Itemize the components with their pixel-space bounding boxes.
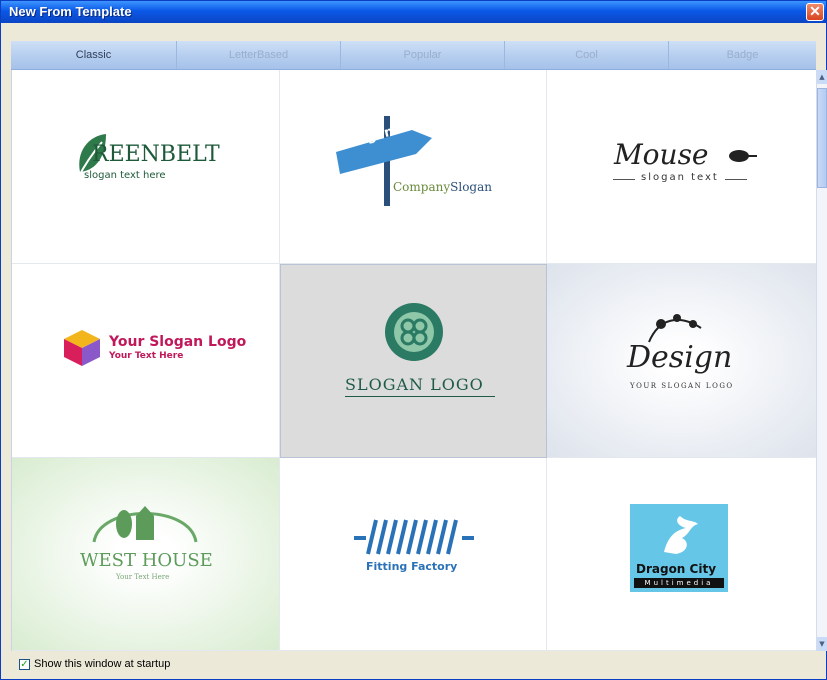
westhouse-title: WEST HOUSE xyxy=(80,550,213,571)
template-your-slogan-logo[interactable]: Your Slogan Logo Your Text Here xyxy=(12,264,280,458)
close-button[interactable]: ✕ xyxy=(806,3,824,21)
template-west-house[interactable]: WEST HOUSE Your Text Here xyxy=(12,458,280,651)
tab-badge[interactable]: Badge xyxy=(669,41,816,69)
scroll-down-button[interactable]: ▼ xyxy=(817,637,827,651)
tab-popular[interactable]: Popular xyxy=(341,41,505,69)
template-design[interactable]: Design YOUR SLOGAN LOGO xyxy=(547,264,817,458)
title-bar: New From Template ✕ xyxy=(1,1,826,23)
new-from-template-window: New From Template ✕ Classic LetterBased … xyxy=(0,0,827,680)
coil-icon xyxy=(354,519,474,555)
startup-label[interactable]: Show this window at startup xyxy=(34,658,170,670)
company-slogan: CompanySlogan xyxy=(393,180,492,194)
house-icon xyxy=(92,506,198,543)
cube-icon xyxy=(64,330,100,366)
template-slogan-logo[interactable]: SLOGAN LOGO xyxy=(280,264,547,458)
tab-cool[interactable]: Cool xyxy=(505,41,669,69)
mouse-icon xyxy=(729,150,757,162)
fitting-title: Fitting Factory xyxy=(366,560,458,573)
tab-classic[interactable]: Classic xyxy=(11,41,177,69)
dragon-badge: Dragon City Multimedia xyxy=(630,504,728,592)
ysl-title: Your Slogan Logo xyxy=(109,334,247,350)
template-dragon-city[interactable]: Dragon City Multimedia xyxy=(547,458,817,651)
template-slogan-sign[interactable]: Slogan CompanySlogan xyxy=(280,70,547,264)
template-fitting-factory[interactable]: Fitting Factory xyxy=(280,458,547,651)
divider xyxy=(725,179,747,180)
dragon-title: Dragon City xyxy=(636,562,717,576)
scroll-down-icon: ▼ xyxy=(819,640,825,648)
dragon-subtitle: Multimedia xyxy=(634,578,724,588)
tab-letterbased[interactable]: LetterBased xyxy=(177,41,341,69)
mouse-slogan: slogan text xyxy=(641,172,719,183)
vertical-scrollbar[interactable]: ▲ ▼ xyxy=(816,70,827,651)
flower-badge-icon xyxy=(385,303,443,361)
template-greenbelt[interactable]: REENBELT slogan text here xyxy=(12,70,280,264)
dragon-icon xyxy=(664,516,698,554)
footer: ✓ Show this window at startup xyxy=(1,651,826,679)
greenbelt-title: REENBELT xyxy=(92,142,220,167)
template-grid: REENBELT slogan text here Slogan Company… xyxy=(11,70,817,651)
mouse-title: Mouse xyxy=(614,138,709,171)
underline xyxy=(345,396,495,397)
template-mouse[interactable]: Mouse slogan text xyxy=(547,70,817,264)
scroll-thumb[interactable] xyxy=(817,88,827,188)
startup-checkbox[interactable]: ✓ xyxy=(19,659,30,670)
greenbelt-slogan: slogan text here xyxy=(84,170,166,181)
window-title: New From Template xyxy=(9,4,132,19)
slogan-logo-title: SLOGAN LOGO xyxy=(345,375,484,394)
scroll-up-button[interactable]: ▲ xyxy=(817,70,827,84)
close-icon: ✕ xyxy=(809,3,821,19)
design-subtitle: YOUR SLOGAN LOGO xyxy=(630,382,734,390)
ysl-subtitle: Your Text Here xyxy=(109,351,184,361)
design-title: Design xyxy=(627,340,733,375)
scroll-up-icon: ▲ xyxy=(819,73,825,81)
checkmark-icon: ✓ xyxy=(20,659,29,670)
divider xyxy=(613,179,635,180)
westhouse-subtitle: Your Text Here xyxy=(116,573,170,581)
